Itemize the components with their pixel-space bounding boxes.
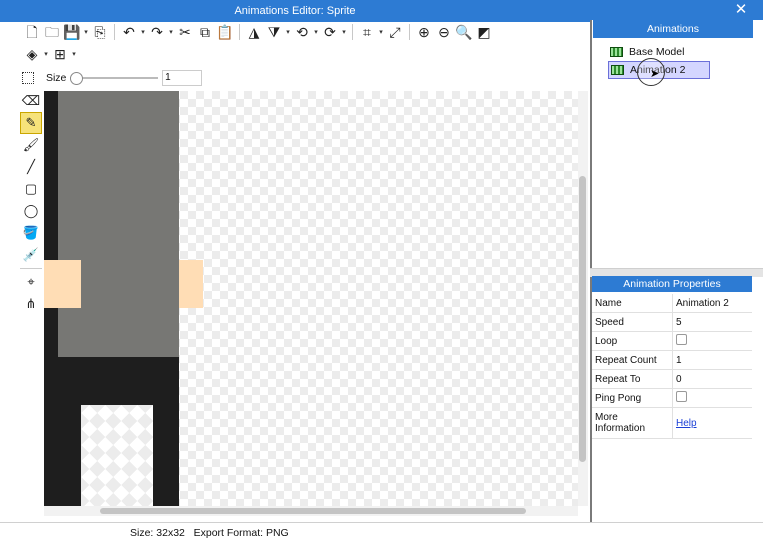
eyedropper-icon[interactable]: 💉 xyxy=(20,244,42,266)
horizontal-scrollbar-thumb[interactable] xyxy=(100,508,526,514)
size-label: Size xyxy=(45,72,67,84)
fill-bucket-icon[interactable]: 🪣 xyxy=(20,222,42,244)
animation-item-label: Base Model xyxy=(629,46,685,58)
toolbar-separator xyxy=(114,24,115,40)
export-icon[interactable]: ⎘ xyxy=(90,22,110,42)
open-folder-icon[interactable]: 🗀 xyxy=(42,22,62,42)
dropdown-arrow-icon[interactable]: ▾ xyxy=(377,28,385,36)
ping-pong-cell xyxy=(672,388,752,408)
dropdown-arrow-icon[interactable]: ▾ xyxy=(139,28,147,36)
save-icon[interactable]: 💾 xyxy=(62,22,82,42)
zoom-in-icon[interactable]: ⊕ xyxy=(414,22,434,42)
dropdown-arrow-icon[interactable]: ▾ xyxy=(312,28,320,36)
mouse-pointer-icon: ➤ xyxy=(650,68,660,80)
rotate-right-icon[interactable]: ⟳ xyxy=(320,22,340,42)
property-row-name: Name Animation 2 xyxy=(592,294,752,313)
flip-horizontal-icon[interactable]: ◮ xyxy=(244,22,264,42)
property-row-speed: Speed 5 xyxy=(592,312,752,332)
invert-icon[interactable]: ◩ xyxy=(474,22,494,42)
property-key: Speed xyxy=(592,312,673,332)
dropdown-arrow-icon[interactable]: ▾ xyxy=(70,50,78,58)
animations-panel-title: Animations xyxy=(593,20,753,38)
status-bar: Size: 32x32 Export Format: PNG xyxy=(0,522,763,542)
dropdown-arrow-icon[interactable]: ▾ xyxy=(167,28,175,36)
eraser-icon[interactable]: ⌫ xyxy=(20,90,42,112)
help-link[interactable]: Help xyxy=(676,418,697,429)
property-key: Repeat Count xyxy=(592,350,673,370)
main-toolbar: 🗋 🗀 💾 ▾ ⎘ ↶ ▾ ↷ ▾ ✂ ⧉ 📋 ◮ ⧩ ▾ ⟲ ▾ ⟳ ▾ ⌗ ▾ ⤢ ⊕ ⊖ 🔍 ◩ xyxy=(22,22,494,42)
copy-icon[interactable]: ⧉ xyxy=(195,22,215,42)
property-row-ping-pong: Ping Pong xyxy=(592,388,752,408)
size-control: Size 1 xyxy=(22,68,202,88)
layers-icon[interactable]: ◈ xyxy=(22,44,42,64)
close-icon[interactable]: ✕ xyxy=(733,2,749,18)
crop-icon[interactable]: ⌗ xyxy=(357,22,377,42)
secondary-toolbar: ◈ ▾ ⊞ ▾ xyxy=(22,44,78,64)
dropdown-arrow-icon[interactable]: ▾ xyxy=(340,28,348,36)
loop-checkbox[interactable] xyxy=(676,334,687,345)
redo-icon[interactable]: ↷ xyxy=(147,22,167,42)
undo-icon[interactable]: ↶ xyxy=(119,22,139,42)
rectangle-icon[interactable]: ▢ xyxy=(20,178,42,200)
property-key: Loop xyxy=(592,331,673,351)
filmstrip-icon xyxy=(610,47,623,57)
name-field[interactable]: Animation 2 xyxy=(672,294,752,313)
property-row-repeat-count: Repeat Count 1 xyxy=(592,350,752,370)
property-key: Repeat To xyxy=(592,369,673,389)
speed-field[interactable]: 5 xyxy=(672,312,752,332)
size-slider[interactable] xyxy=(70,72,159,85)
toolbar-separator xyxy=(239,24,240,40)
dropdown-arrow-icon[interactable]: ▾ xyxy=(284,28,292,36)
selection-icon[interactable] xyxy=(22,72,34,84)
property-row-loop: Loop xyxy=(592,331,752,351)
sprite-leg-gap xyxy=(81,405,153,506)
filmstrip-icon xyxy=(611,65,624,75)
cut-icon[interactable]: ✂ xyxy=(175,22,195,42)
window-title: Animations Editor: Sprite xyxy=(0,0,590,22)
drawing-canvas[interactable] xyxy=(44,91,578,506)
loop-cell xyxy=(672,331,752,351)
repeat-to-field[interactable]: 0 xyxy=(672,369,752,389)
paste-icon[interactable]: 📋 xyxy=(215,22,235,42)
rotate-left-icon[interactable]: ⟲ xyxy=(292,22,312,42)
new-file-icon[interactable]: 🗋 xyxy=(22,22,42,42)
line-icon[interactable]: ╱ xyxy=(20,156,42,178)
property-key: Ping Pong xyxy=(592,388,673,408)
property-key: More Information xyxy=(592,407,673,439)
brush-icon[interactable]: 🖌 xyxy=(20,134,42,156)
grid-icon[interactable]: ⊞ xyxy=(50,44,70,64)
properties-table: Name Animation 2 Speed 5 Loop Repeat Cou… xyxy=(592,294,752,439)
toolbar-separator xyxy=(409,24,410,40)
dropdown-arrow-icon[interactable]: ▾ xyxy=(82,28,90,36)
resize-icon[interactable]: ⤢ xyxy=(385,22,405,42)
properties-panel-title: Animation Properties xyxy=(592,276,752,292)
tool-palette: ⌫ ✎ 🖌 ╱ ▢ ◯ 🪣 💉 ⌖ ⋔ xyxy=(20,90,42,315)
flip-vertical-icon[interactable]: ⧩ xyxy=(264,22,284,42)
pencil-icon[interactable]: ✎ xyxy=(20,112,42,134)
repeat-count-field[interactable]: 1 xyxy=(672,350,752,370)
toolbar-separator xyxy=(352,24,353,40)
property-key: Name xyxy=(592,294,673,313)
zoom-fit-icon[interactable]: 🔍 xyxy=(454,22,474,42)
size-slider-thumb[interactable] xyxy=(70,72,84,85)
sprite-right-hand xyxy=(179,260,203,308)
size-value-field[interactable]: 1 xyxy=(162,70,202,86)
help-cell: Help xyxy=(672,407,752,439)
sprite-body xyxy=(58,91,179,357)
sprite-left-hand xyxy=(44,260,81,308)
dropdown-arrow-icon[interactable]: ▾ xyxy=(42,50,50,58)
zoom-out-icon[interactable]: ⊖ xyxy=(434,22,454,42)
property-row-repeat-to: Repeat To 0 xyxy=(592,369,752,389)
status-text: Size: 32x32 Export Format: PNG xyxy=(130,527,289,539)
anchor-point-icon[interactable]: ⌖ xyxy=(20,271,42,293)
ellipse-icon[interactable]: ◯ xyxy=(20,200,42,222)
property-row-more-information: More Information Help xyxy=(592,407,752,439)
palette-separator xyxy=(20,268,42,269)
skeleton-icon[interactable]: ⋔ xyxy=(20,293,42,315)
vertical-scrollbar-thumb[interactable] xyxy=(579,176,586,462)
ping-pong-checkbox[interactable] xyxy=(676,391,687,402)
